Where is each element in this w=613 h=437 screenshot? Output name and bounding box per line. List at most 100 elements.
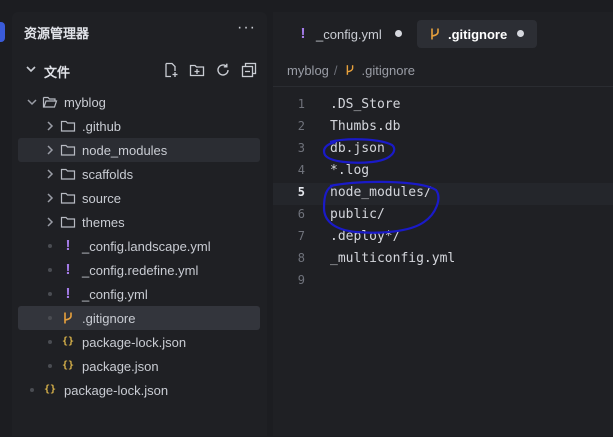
yaml-icon: ! [65, 261, 71, 278]
tree-guide-dot [48, 292, 52, 296]
tree-item-label: package.json [82, 359, 159, 374]
tree-guide-dot [48, 364, 52, 368]
line-text: .DS_Store [330, 97, 401, 112]
tree-guide-dot [48, 244, 52, 248]
code-line[interactable]: 3 db.json [273, 139, 613, 161]
explorer-header: 资源管理器 ··· [24, 19, 256, 43]
yaml-icon: ! [65, 285, 71, 302]
chevron-down-icon [26, 66, 36, 73]
chevron-right-icon[interactable] [44, 192, 56, 204]
code-line[interactable]: 5 node_modules/ [273, 183, 613, 205]
yaml-icon: ! [65, 237, 71, 254]
tree-item-label: _config.landscape.yml [82, 239, 211, 254]
breadcrumb-folder[interactable]: myblog [287, 63, 329, 78]
active-view-indicator [0, 22, 5, 42]
line-text: *.log [330, 163, 370, 178]
tree-guide-dot [30, 388, 34, 392]
collapse-all-icon[interactable] [241, 62, 257, 78]
tree-item-label: package-lock.json [64, 383, 169, 398]
line-number: 3 [297, 141, 305, 155]
chevron-right-icon[interactable] [44, 144, 56, 156]
tree-item-package-lock-json[interactable]: {} package-lock.json [18, 330, 260, 354]
chevron-right-icon[interactable] [44, 120, 56, 132]
json-icon: {} [43, 384, 57, 395]
json-icon: {} [61, 336, 75, 347]
line-text: db.json [330, 141, 385, 156]
files-section-label: 文件 [44, 65, 71, 80]
tree-item-label: .gitignore [82, 311, 136, 326]
code-line[interactable]: 4 *.log [273, 161, 613, 183]
tree-item-label: package-lock.json [82, 335, 187, 350]
files-section-header[interactable]: 文件 [12, 58, 267, 82]
tree-item-themes[interactable]: themes [18, 210, 260, 234]
activity-bar [0, 0, 8, 436]
explorer-title: 资源管理器 [24, 26, 90, 41]
code-editor[interactable]: 1 .DS_Store 2 Thumbs.db 3 db.json 4 *.log 5 node_… [273, 86, 613, 437]
unsaved-dot-icon [517, 30, 524, 37]
folder-icon [60, 120, 76, 132]
tab-gitignore[interactable]: .gitignore [417, 20, 537, 48]
breadcrumb-file[interactable]: .gitignore [362, 63, 415, 78]
code-line[interactable]: 1 .DS_Store [273, 95, 613, 117]
code-line[interactable]: 6 public/ [273, 205, 613, 227]
chevron-right-icon[interactable] [44, 216, 56, 228]
json-icon: {} [61, 360, 75, 371]
tree-item-scaffolds[interactable]: scaffolds [18, 162, 260, 186]
tree-guide-dot [48, 268, 52, 272]
tree-guide-dot [48, 316, 52, 320]
tree-item-source[interactable]: source [18, 186, 260, 210]
tab-label: .gitignore [448, 27, 508, 42]
line-number: 4 [297, 163, 305, 177]
folder-icon [60, 144, 76, 156]
tree-item-label: node_modules [82, 143, 168, 158]
tab-label: _config.yml [316, 27, 382, 42]
chevron-down-icon[interactable] [26, 96, 38, 108]
tree-item-gitignore[interactable]: .gitignore [18, 306, 260, 330]
tree-item-label: myblog [64, 95, 106, 110]
tree-item-label: themes [82, 215, 125, 230]
tree-item-node-modules[interactable]: node_modules [18, 138, 260, 162]
tree-item-package-json[interactable]: {} package.json [18, 354, 260, 378]
line-number: 5 [297, 185, 305, 199]
explorer-panel: 资源管理器 ··· 文件 myblog .github node_modulessc… [12, 12, 267, 436]
line-number: 9 [297, 273, 305, 287]
tree-item-config-landscape-yml[interactable]: ! _config.landscape.yml [18, 234, 260, 258]
editor-area: ! _config.yml .gitignore myblog / .gitig… [273, 12, 613, 436]
tab-config-yml[interactable]: ! _config.yml [285, 20, 417, 48]
yaml-icon: ! [300, 25, 306, 42]
code-line[interactable]: 9 [273, 271, 613, 293]
section-toolbar [163, 62, 257, 78]
more-actions-icon[interactable]: ··· [237, 19, 256, 37]
new-file-icon[interactable] [163, 62, 179, 78]
folder-icon [60, 192, 76, 204]
line-text: public/ [330, 207, 385, 222]
line-text: Thumbs.db [330, 119, 401, 134]
line-number: 8 [297, 251, 305, 265]
code-line[interactable]: 7 .deploy*/ [273, 227, 613, 249]
tab-bar: ! _config.yml .gitignore [273, 12, 613, 56]
code-line[interactable]: 8 _multiconfig.yml [273, 249, 613, 271]
line-number: 2 [297, 119, 305, 133]
refresh-icon[interactable] [215, 62, 231, 78]
tree-item-github[interactable]: .github [18, 114, 260, 138]
folder-icon [60, 216, 76, 228]
breadcrumb: myblog / .gitignore [287, 61, 415, 79]
folder-open-icon [42, 96, 58, 108]
line-number: 7 [297, 229, 305, 243]
tree-item-label: source [82, 191, 122, 206]
new-folder-icon[interactable] [189, 62, 205, 78]
tree-item-label: scaffolds [82, 167, 134, 182]
line-number: 1 [297, 97, 305, 111]
tree-item-myblog[interactable]: myblog [18, 90, 260, 114]
tree-item-package-lock-json[interactable]: {} package-lock.json [18, 378, 260, 402]
code-line[interactable]: 2 Thumbs.db [273, 117, 613, 139]
git-branch-icon [431, 28, 439, 40]
tree-item-label: .github [82, 119, 122, 134]
line-text: _multiconfig.yml [330, 251, 456, 266]
tree-item-label: _config.redefine.yml [82, 263, 199, 278]
chevron-right-icon[interactable] [44, 168, 56, 180]
line-text: .deploy*/ [330, 229, 401, 244]
tree-item-config-redefine-yml[interactable]: ! _config.redefine.yml [18, 258, 260, 282]
tree-item-config-yml[interactable]: ! _config.yml [18, 282, 260, 306]
line-text: node_modules/ [330, 185, 432, 200]
